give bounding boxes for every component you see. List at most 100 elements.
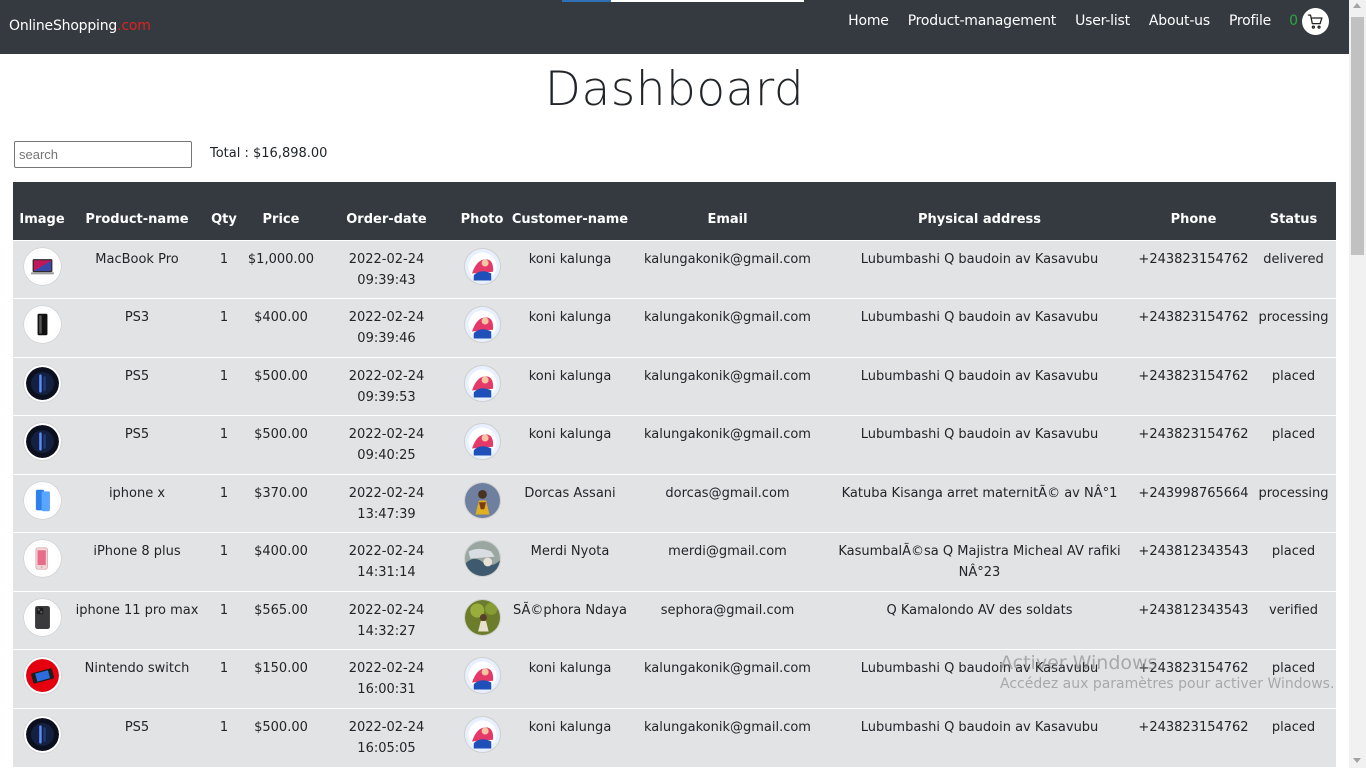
order-date: 2022-02-24 xyxy=(348,310,425,325)
price-cell: $1,000.00 xyxy=(245,239,317,299)
phone-cell: +243823154762 xyxy=(1136,298,1251,357)
phone-cell: +243998765664 xyxy=(1136,473,1251,533)
address-cell: Lubumbashi Q baudoin av Kasavubu xyxy=(823,356,1136,416)
table-row: iphone 11 pro max 1 $565.00 2022-02-24 14:32… xyxy=(13,590,1336,650)
orders-table: Image Product-name Qty Price Order-date Photo… xyxy=(13,182,1336,767)
qty-cell: 1 xyxy=(203,590,245,650)
customer-photo-cell xyxy=(456,356,508,416)
customer-photo-cell xyxy=(456,298,508,357)
qty-cell: 1 xyxy=(203,356,245,416)
address-cell: Lubumbashi Q baudoin av Kasavubu xyxy=(823,649,1136,708)
customer-avatar xyxy=(463,423,501,460)
scroll-up-arrow-icon[interactable] xyxy=(1353,3,1361,8)
product-thumbnail xyxy=(23,657,61,694)
customer-avatar xyxy=(463,306,501,343)
product-thumbnail xyxy=(23,247,61,285)
address-cell: Katuba Kisanga arret maternitÃ© av NÂ°1 xyxy=(823,473,1136,533)
address-cell: Lubumbashi Q baudoin av Kasavubu xyxy=(823,239,1136,299)
order-time: 09:39:53 xyxy=(357,389,416,405)
order-time: 16:05:05 xyxy=(357,740,416,756)
address-cell: Lubumbashi Q baudoin av Kasavubu xyxy=(823,298,1136,357)
address-cell: Lubumbashi Q baudoin av Kasavubu xyxy=(823,415,1136,474)
scroll-thumb[interactable] xyxy=(1351,17,1364,255)
customer-name-cell: Dorcas Assani xyxy=(508,473,632,533)
address-cell: KasumbalÃ©sa Q Majistra Micheal AV rafik… xyxy=(823,532,1136,591)
price-cell: $400.00 xyxy=(245,298,317,357)
product-thumbnail xyxy=(23,540,61,577)
product-thumbnail xyxy=(23,715,61,753)
customer-photo-cell xyxy=(456,473,508,533)
search-input[interactable] xyxy=(14,141,192,168)
customer-photo-cell xyxy=(456,590,508,650)
order-date: 2022-02-24 xyxy=(348,719,425,735)
column-header-product-name: Product-name xyxy=(71,182,203,240)
customer-photo-cell xyxy=(456,707,508,767)
product-thumbnail xyxy=(23,364,61,402)
loading-progress-bar xyxy=(562,0,804,2)
table-row: MacBook Pro 1 $1,000.00 2022-02-24 09:39:43 k… xyxy=(13,239,1336,299)
nav-about-us[interactable]: About-us xyxy=(1149,13,1210,29)
status-cell: processing xyxy=(1251,473,1336,533)
email-cell: kalungakonik@gmail.com xyxy=(632,649,823,708)
price-cell: $150.00 xyxy=(245,649,317,708)
customer-avatar xyxy=(463,481,501,519)
phone-cell: +243823154762 xyxy=(1136,239,1251,299)
order-time: 09:39:43 xyxy=(357,272,416,288)
address-cell: Lubumbashi Q baudoin av Kasavubu xyxy=(823,707,1136,767)
nav-product-management[interactable]: Product-management xyxy=(908,13,1057,29)
order-date-cell: 2022-02-24 09:39:46 xyxy=(317,298,456,357)
product-name-cell: PS5 xyxy=(71,356,203,416)
phone-cell: +243823154762 xyxy=(1136,707,1251,767)
email-cell: kalungakonik@gmail.com xyxy=(632,415,823,474)
page-scrollbar[interactable] xyxy=(1349,0,1366,768)
table-row: iphone x 1 $370.00 2022-02-24 13:47:39 Dorcas… xyxy=(13,473,1336,533)
status-cell: placed xyxy=(1251,649,1336,708)
order-date-cell: 2022-02-24 09:39:43 xyxy=(317,239,456,299)
customer-photo-cell xyxy=(456,532,508,591)
qty-cell: 1 xyxy=(203,532,245,591)
product-thumbnail xyxy=(23,481,61,519)
email-cell: kalungakonik@gmail.com xyxy=(632,356,823,416)
column-header-qty: Qty xyxy=(203,182,245,240)
qty-cell: 1 xyxy=(203,239,245,299)
status-cell: placed xyxy=(1251,532,1336,591)
order-date: 2022-02-24 xyxy=(348,661,425,676)
customer-photo-cell xyxy=(456,239,508,299)
nav-links: Home Product-management User-list About-… xyxy=(829,0,1329,42)
nav-profile[interactable]: Profile xyxy=(1229,13,1271,29)
nav-home[interactable]: Home xyxy=(848,13,889,29)
customer-name-cell: koni kalunga xyxy=(508,298,632,357)
order-date: 2022-02-24 xyxy=(348,368,425,384)
navbar: OnlineShopping.com Home Product-manageme… xyxy=(0,0,1349,54)
customer-avatar xyxy=(463,715,501,753)
order-date-cell: 2022-02-24 16:05:05 xyxy=(317,707,456,767)
order-date-cell: 2022-02-24 14:31:14 xyxy=(317,532,456,591)
nav-user-list[interactable]: User-list xyxy=(1075,13,1130,29)
email-cell: kalungakonik@gmail.com xyxy=(632,239,823,299)
product-name-cell: iphone 11 pro max xyxy=(71,590,203,650)
product-image-cell xyxy=(13,649,71,708)
order-time: 09:40:25 xyxy=(357,448,416,463)
email-cell: merdi@gmail.com xyxy=(632,532,823,591)
order-time: 14:32:27 xyxy=(357,623,416,639)
customer-avatar xyxy=(463,657,501,694)
order-date-cell: 2022-02-24 14:32:27 xyxy=(317,590,456,650)
cart-count-badge: 0 xyxy=(1289,13,1298,29)
qty-cell: 1 xyxy=(203,473,245,533)
email-cell: kalungakonik@gmail.com xyxy=(632,707,823,767)
product-image-cell xyxy=(13,473,71,533)
customer-name-cell: Merdi Nyota xyxy=(508,532,632,591)
customer-photo-cell xyxy=(456,415,508,474)
product-name-cell: Nintendo switch xyxy=(71,649,203,708)
scroll-down-arrow-icon[interactable] xyxy=(1353,758,1361,763)
product-image-cell xyxy=(13,415,71,474)
status-cell: placed xyxy=(1251,707,1336,767)
customer-avatar xyxy=(463,364,501,402)
customer-avatar xyxy=(463,598,501,636)
brand-logo[interactable]: OnlineShopping.com xyxy=(9,18,151,34)
customer-name-cell: koni kalunga xyxy=(508,415,632,474)
order-date-cell: 2022-02-24 13:47:39 xyxy=(317,473,456,533)
order-date: 2022-02-24 xyxy=(348,602,425,618)
price-cell: $500.00 xyxy=(245,356,317,416)
cart-button[interactable] xyxy=(1302,7,1329,35)
